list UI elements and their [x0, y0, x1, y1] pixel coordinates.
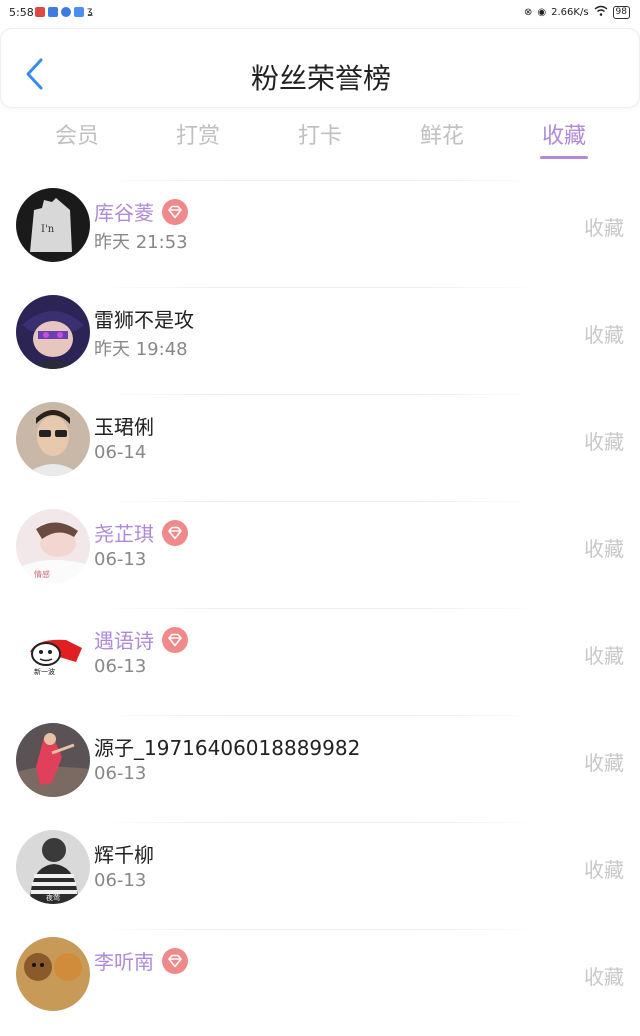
vip-diamond-icon — [162, 626, 188, 653]
name-line: 雷狮不是攻 — [94, 304, 194, 333]
favorite-label: 收藏 — [584, 430, 624, 454]
svg-text:I'n: I'n — [41, 224, 55, 235]
fan-time: 昨天 19:48 — [94, 339, 188, 360]
fan-name[interactable]: 遇语诗 — [94, 625, 154, 654]
divider — [95, 180, 545, 181]
svg-text:情感: 情感 — [34, 569, 50, 579]
tab-flowers[interactable]: 鲜花 — [392, 118, 492, 150]
name-line: 尧芷琪 — [94, 518, 188, 547]
favorite-label: 收藏 — [584, 216, 624, 240]
status-right: ⊗ ◉ 2.66K/s 98 — [524, 5, 630, 19]
divider — [95, 929, 545, 930]
svg-text:夜莺: 夜莺 — [46, 893, 60, 902]
app-notification-icon — [61, 7, 71, 17]
fan-name[interactable]: 库谷菱 — [94, 197, 154, 226]
name-line: 李听南 — [94, 946, 188, 975]
page-title: 粉丝荣誉榜 — [250, 62, 391, 95]
fan-time: 06-13 — [94, 763, 147, 784]
nfc-icon: ⊗ — [524, 6, 533, 18]
avatar[interactable]: I'n — [16, 188, 90, 262]
avatar[interactable] — [16, 295, 90, 369]
wifi-icon — [594, 5, 608, 19]
app-notification-icon — [48, 7, 58, 17]
list-item: 新一波 遇语诗 06-13 收藏 — [0, 608, 640, 715]
svg-text:新一波: 新一波 — [34, 667, 55, 676]
avatar[interactable]: 情感 — [16, 509, 90, 583]
favorite-label: 收藏 — [584, 537, 624, 561]
fan-time: 06-13 — [94, 870, 147, 891]
avatar[interactable] — [16, 723, 90, 797]
fan-name[interactable]: 源子_19716406018889982 — [94, 732, 360, 761]
favorite-label: 收藏 — [584, 751, 624, 775]
eye-icon: ◉ — [537, 6, 547, 18]
favorite-label: 收藏 — [584, 965, 624, 989]
status-app-icons: ʓ — [35, 7, 93, 17]
tab-member[interactable]: 会员 — [27, 118, 127, 150]
favorite-label: 收藏 — [584, 858, 624, 882]
fan-time: 昨天 21:53 — [94, 232, 188, 253]
active-tab-indicator — [540, 156, 588, 159]
vip-diamond-icon — [162, 198, 188, 225]
divider — [95, 501, 545, 502]
name-line: 辉千柳 — [94, 839, 154, 868]
status-bar: 5:58 ʓ ⊗ ◉ 2.66K/s 98 — [0, 0, 640, 26]
fan-name[interactable]: 李听南 — [94, 946, 154, 975]
name-line: 玉珺俐 — [94, 411, 154, 440]
list-item: 情感 尧芷琪 06-13 收藏 — [0, 501, 640, 608]
app-notification-icon: ʓ — [87, 6, 93, 17]
name-line: 库谷菱 — [94, 197, 188, 226]
tab-checkin[interactable]: 打卡 — [270, 118, 370, 150]
list-item: I'n 库谷菱 昨天 21:53 收藏 — [0, 180, 640, 287]
divider — [95, 608, 545, 609]
fan-name[interactable]: 辉千柳 — [94, 839, 154, 868]
vip-diamond-icon — [162, 947, 188, 974]
name-line: 遇语诗 — [94, 625, 188, 654]
fan-name[interactable]: 雷狮不是攻 — [94, 304, 194, 333]
fan-time: 06-13 — [94, 656, 147, 677]
divider — [95, 287, 545, 288]
favorite-label: 收藏 — [584, 644, 624, 668]
list-item: 夜莺 辉千柳 06-13 收藏 — [0, 822, 640, 929]
tab-favorites[interactable]: 收藏 — [514, 118, 614, 150]
avatar[interactable]: 新一波 — [16, 616, 90, 690]
avatar[interactable] — [16, 937, 90, 1011]
vip-diamond-icon — [162, 519, 188, 546]
list-item: 玉珺俐 06-14 收藏 — [0, 394, 640, 501]
fan-time: 06-13 — [94, 549, 147, 570]
fan-name[interactable]: 玉珺俐 — [94, 411, 154, 440]
list-item: 雷狮不是攻 昨天 19:48 收藏 — [0, 287, 640, 394]
divider — [95, 822, 545, 823]
avatar[interactable]: 夜莺 — [16, 830, 90, 904]
fan-name[interactable]: 尧芷琪 — [94, 518, 154, 547]
app-notification-icon — [35, 7, 45, 17]
divider — [95, 715, 545, 716]
network-speed: 2.66K/s — [551, 6, 589, 18]
list-item: 李听南 收藏 — [0, 929, 640, 1036]
name-line: 源子_19716406018889982 — [94, 732, 360, 761]
favorite-label: 收藏 — [584, 323, 624, 347]
app-notification-icon — [74, 7, 84, 17]
divider — [95, 394, 545, 395]
list-item: 源子_19716406018889982 06-13 收藏 — [0, 715, 640, 822]
header-bar: 粉丝荣誉榜 — [0, 28, 640, 108]
tab-reward[interactable]: 打赏 — [148, 118, 248, 150]
status-time: 5:58 — [9, 6, 34, 19]
fan-time: 06-14 — [94, 442, 147, 463]
avatar[interactable] — [16, 402, 90, 476]
battery-indicator: 98 — [612, 5, 630, 19]
